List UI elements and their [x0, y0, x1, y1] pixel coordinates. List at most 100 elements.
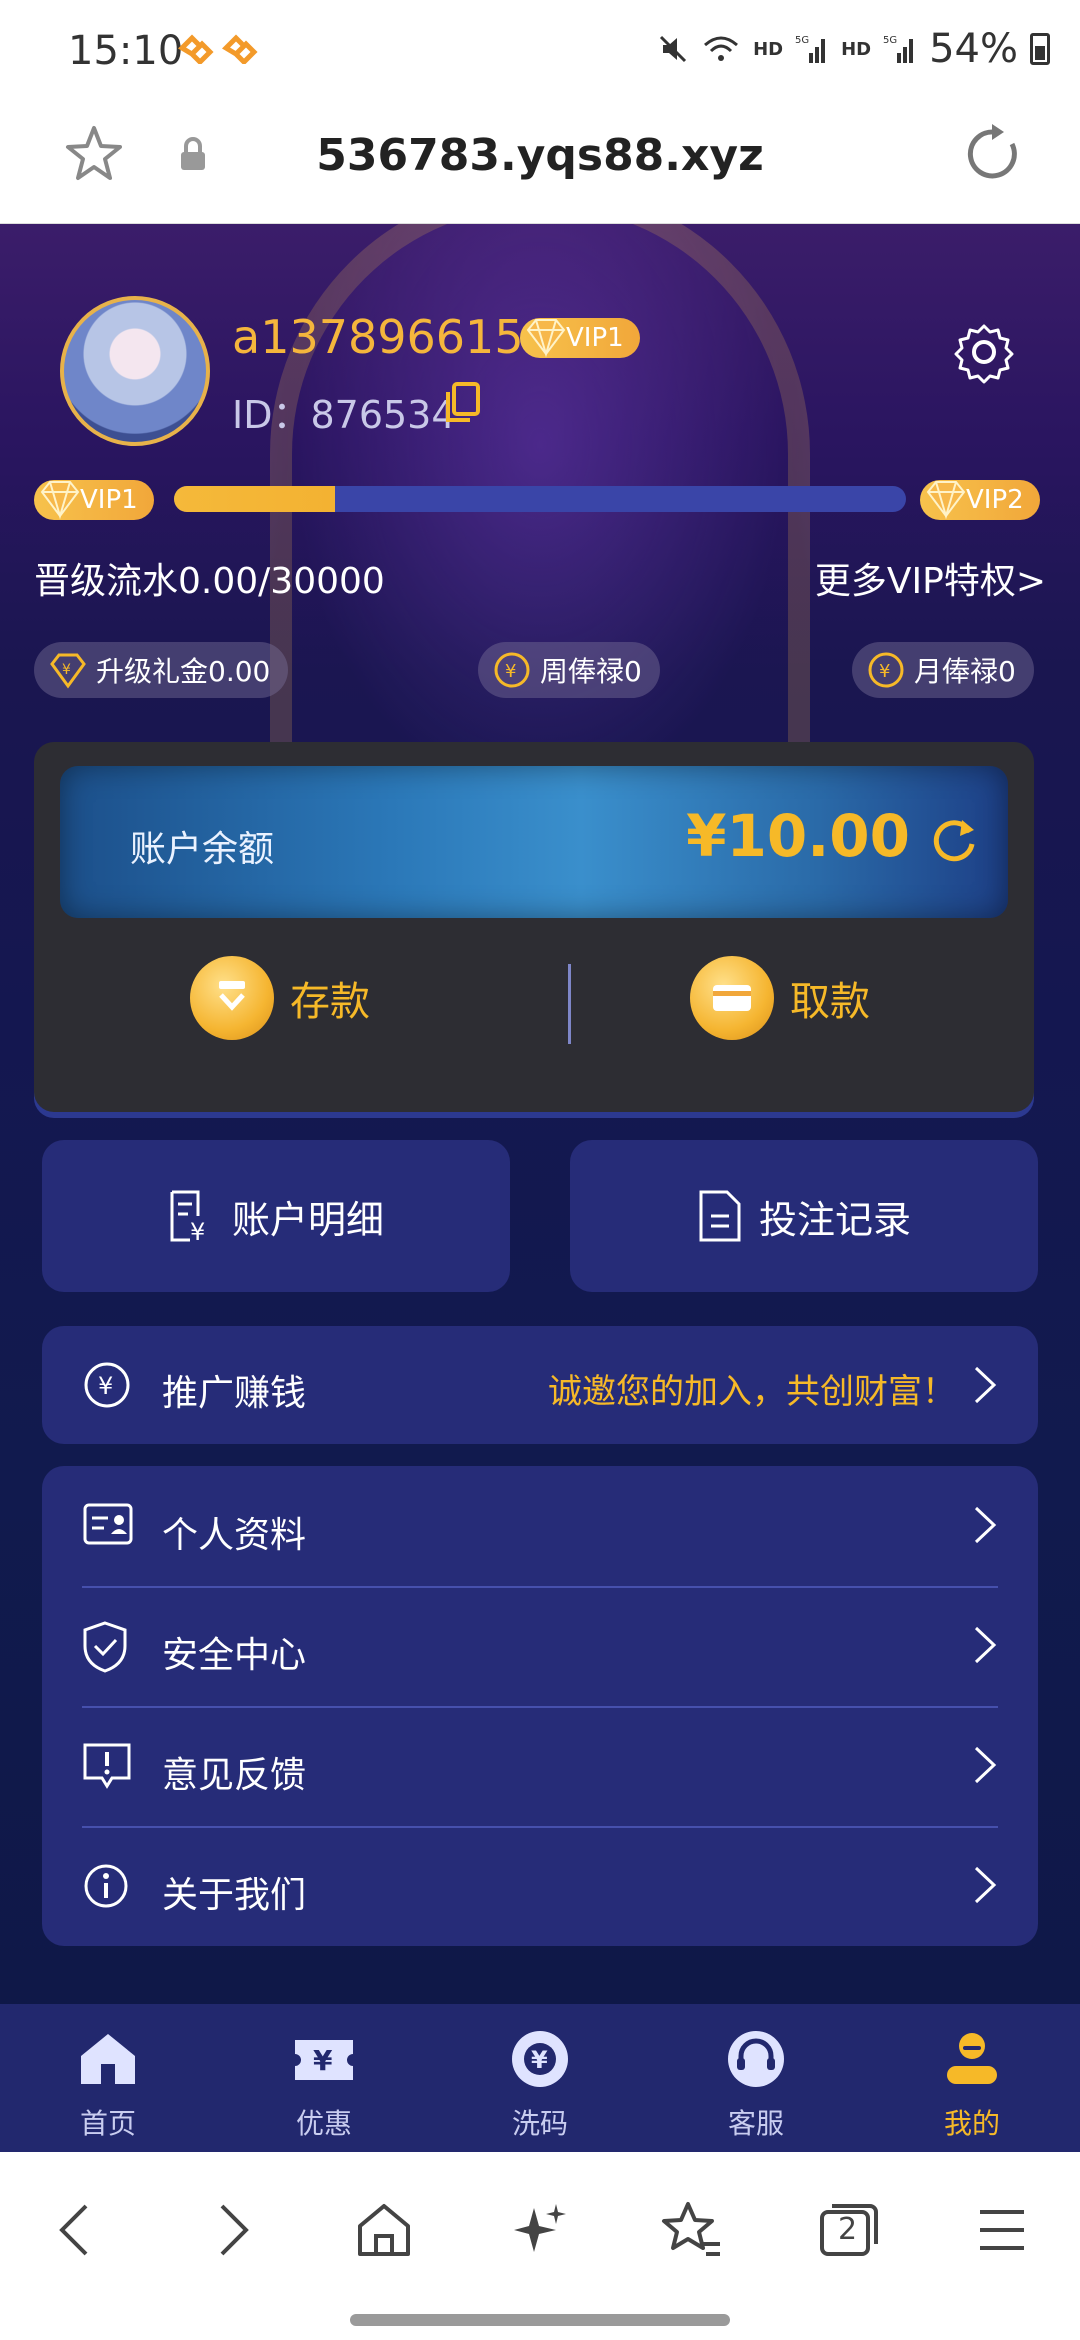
svg-text:¥: ¥	[313, 2044, 333, 2077]
mute-icon	[660, 35, 687, 63]
svg-text:5G: 5G	[883, 35, 897, 46]
account-details-label: 账户明细	[231, 1197, 384, 1242]
balance-card: 账户余额 ¥10.00 存款 取款	[34, 742, 1034, 1112]
avatar[interactable]	[60, 296, 210, 446]
signal-icon: 5G	[795, 35, 826, 63]
menu-item-label: 关于我们	[162, 1875, 307, 1916]
coupon-icon: ¥	[295, 2040, 353, 2080]
wifi-icon	[704, 36, 739, 61]
home-icon	[81, 2034, 135, 2084]
browser-url-bar: 536783.yqs88.xyz	[0, 100, 1080, 224]
yuan-circle-icon: ¥	[84, 1362, 130, 1408]
browser-navigation-bar: 2	[0, 2152, 1080, 2340]
tab-promotions[interactable]: ¥ 优惠	[216, 2004, 432, 2152]
bottom-tab-bar: 首页 ¥ 优惠 ¥ 洗码 客服 我的	[0, 2004, 1080, 2152]
headset-icon	[728, 2031, 784, 2087]
chevron-right-icon	[974, 1506, 997, 1544]
feedback-icon	[83, 1743, 131, 1789]
forward-icon[interactable]	[214, 2198, 254, 2262]
withdraw-label: 取款	[790, 979, 870, 1025]
copy-icon[interactable]	[442, 382, 482, 426]
vip-level-badge: VIP1	[520, 318, 640, 358]
tab-count: 2	[838, 2212, 858, 2247]
withdraw-button[interactable]: 取款	[690, 956, 870, 1040]
account-details-button[interactable]: ¥ 账户明细	[42, 1140, 510, 1292]
promote-earn-tagline: 诚邀您的加入，共创财富！	[548, 1372, 956, 1412]
tab-rebate[interactable]: ¥ 洗码	[432, 2004, 648, 2152]
info-icon	[84, 1864, 128, 1908]
signal-icon: 5G	[883, 35, 914, 63]
upgrade-turnover: 晋级流水0.00/30000	[34, 561, 385, 602]
upgrade-bonus-label: 升级礼金0.00	[96, 655, 271, 688]
yuan-coin-icon: ¥	[868, 652, 904, 688]
back-icon[interactable]	[54, 2198, 94, 2262]
menu-item-about[interactable]: 关于我们	[42, 1826, 1038, 1946]
svg-text:¥: ¥	[531, 2046, 548, 2074]
svg-text:¥: ¥	[879, 661, 890, 682]
id-card-icon	[83, 1503, 133, 1545]
menu-icon[interactable]	[976, 2198, 1028, 2262]
chevron-right-icon	[974, 1866, 997, 1904]
vip-progress-fill	[174, 486, 336, 512]
promote-earn-title: 推广赚钱	[162, 1373, 307, 1414]
notification-icons	[178, 34, 258, 64]
bet-records-button[interactable]: 投注记录	[570, 1140, 1038, 1292]
upgrade-bonus-pill: ¥ 升级礼金0.00	[34, 642, 289, 698]
app-content: a1378966150 VIP1 ID：876534 VIP1 VIP2 晋级流…	[0, 224, 1080, 2004]
bet-records-label: 投注记录	[758, 1197, 911, 1242]
gear-icon[interactable]	[952, 320, 1016, 384]
diamond-icon	[526, 319, 566, 358]
menu-item-label: 个人资料	[162, 1515, 307, 1556]
balance-label: 账户余额	[130, 829, 275, 870]
more-vip-link[interactable]: 更多VIP特权>	[815, 552, 1046, 604]
vip-level-label: VIP1	[566, 323, 624, 353]
diamond-icon	[926, 481, 966, 520]
refresh-icon[interactable]	[926, 812, 982, 868]
tab-mine[interactable]: 我的	[864, 2004, 1080, 2152]
battery-icon	[1030, 33, 1050, 65]
network-type-label-2: HD	[841, 38, 872, 60]
status-time: 15:10	[68, 28, 184, 74]
username: a1378966150	[232, 310, 553, 364]
menu-item-label: 意见反馈	[162, 1755, 307, 1796]
diamond-icon	[40, 481, 80, 520]
tab-support[interactable]: 客服	[648, 2004, 864, 2152]
vip-progress-bar	[174, 486, 906, 512]
tabs-switcher[interactable]: 2	[816, 2198, 880, 2266]
settings-menu: 个人资料 安全中心 意见反馈 关于我们	[42, 1466, 1038, 1946]
deposit-label: 存款	[290, 979, 370, 1025]
vip-current-label: VIP1	[80, 485, 138, 515]
monthly-salary-pill: ¥ 月俸禄0	[852, 642, 1034, 698]
svg-text:¥: ¥	[505, 661, 516, 682]
status-bar: 15:10 HD 5G HD 5G 54%	[0, 0, 1080, 100]
svg-text:¥: ¥	[190, 1218, 205, 1244]
user-id: ID：876534	[232, 393, 456, 437]
deposit-button[interactable]: 存款	[190, 956, 370, 1040]
browser-home-icon[interactable]	[354, 2198, 414, 2262]
battery-percent: 54%	[929, 26, 1018, 72]
tab-home[interactable]: 首页	[0, 2004, 216, 2152]
sparkle-icon[interactable]	[508, 2198, 572, 2262]
promote-earn-row[interactable]: ¥ 推广赚钱 诚邀您的加入，共创财富！	[42, 1326, 1038, 1444]
home-indicator[interactable]	[350, 2314, 730, 2326]
menu-item-profile[interactable]: 个人资料	[42, 1466, 1038, 1586]
url-text[interactable]: 536783.yqs88.xyz	[0, 130, 1080, 181]
vip-next-label: VIP2	[966, 485, 1024, 515]
app-notification-icon	[178, 34, 214, 64]
weekly-salary-pill: ¥ 周俸禄0	[478, 642, 660, 698]
menu-item-feedback[interactable]: 意见反馈	[42, 1706, 1038, 1826]
tab-label: 优惠	[295, 2107, 352, 2140]
reload-icon[interactable]	[962, 122, 1026, 186]
statement-yuan-icon: ¥	[170, 1190, 205, 1244]
card-icon	[690, 956, 774, 1040]
tab-label: 首页	[79, 2107, 136, 2140]
bookmarks-star-icon[interactable]	[660, 2198, 724, 2262]
weekly-salary-label: 周俸禄0	[540, 655, 642, 688]
svg-text:¥: ¥	[62, 662, 71, 678]
menu-item-security[interactable]: 安全中心	[42, 1586, 1038, 1706]
document-icon	[699, 1190, 741, 1242]
chevron-right-icon	[974, 1746, 997, 1784]
tab-label: 我的	[943, 2107, 1000, 2140]
tab-label: 客服	[727, 2107, 784, 2140]
balance-panel: 账户余额 ¥10.00	[60, 766, 1008, 918]
